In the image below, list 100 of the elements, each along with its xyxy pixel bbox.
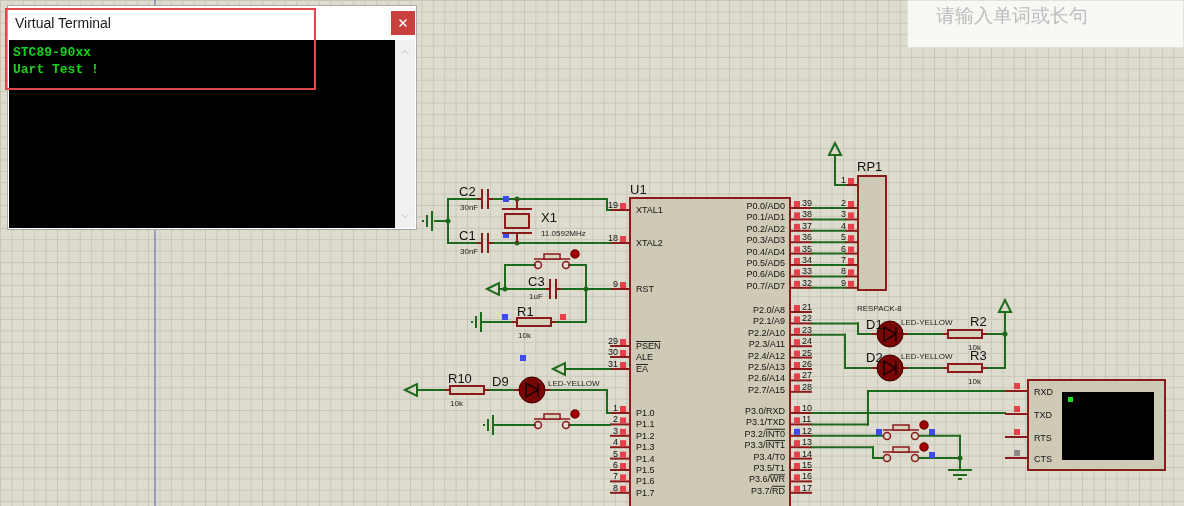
pin-number: 16 [802,471,812,482]
part-value: 11.0592MHz [541,229,586,238]
close-icon [397,17,409,29]
pin [789,258,813,266]
part-ref: X1 [541,210,557,225]
pin [789,246,813,255]
pin [609,440,631,449]
pin [789,362,813,370]
wire [494,424,536,426]
resistor-symbol [942,329,988,339]
pin [789,485,813,494]
scroll-bar[interactable] [395,40,415,228]
pin-label: P1.5 [636,465,655,475]
pin [844,212,859,221]
wire [811,229,846,232]
pin [609,236,631,244]
pin-number: 36 [802,232,812,243]
lookup-input[interactable]: 请输入单词或长句 [934,3,1157,27]
pin-label: EA [636,364,648,374]
pin-label: P0.6/AD6 [746,269,785,280]
pin-number: 15 [802,460,812,470]
capacitor-symbol [544,278,562,300]
wire [416,389,446,391]
ground-symbol [483,414,494,436]
pin-number: 17 [802,482,812,493]
part-ref: U1 [630,182,647,197]
lookup-field[interactable]: 请输入单词或长句 [907,0,1184,48]
pin-number: 3 [841,209,846,220]
pin [609,451,631,460]
wire [811,275,846,278]
pin-number: 12 [802,425,812,436]
capacitor-symbol [476,188,494,210]
capacitor-symbol [476,232,494,254]
push-button-symbol [882,442,929,463]
pin [609,339,631,347]
push-button-symbol [533,249,580,270]
pin [1004,450,1029,459]
push-button-symbol [533,409,580,430]
pin-label: RST [636,284,654,294]
pin [844,178,859,186]
pin-number: 9 [613,279,618,289]
pin-label: P1.3 [636,442,655,453]
close-button[interactable] [391,11,415,35]
resistor-symbol [444,385,490,395]
pin [789,280,813,289]
pin-label: P2.1/A9 [752,316,785,327]
pin-label: P1.0 [636,408,655,418]
pin-number: 7 [613,471,618,482]
pin-number: 13 [802,437,812,448]
part-value: 30nF [460,247,479,256]
pin-number: 22 [802,313,812,324]
pin-number: 39 [802,198,812,208]
pin [789,417,813,426]
pin-number: 1 [841,175,846,185]
junction-dot [514,240,520,246]
pin-label: P2.7/A15 [747,384,785,395]
pin [789,223,813,232]
pin-number: 32 [802,277,812,288]
ground-symbol [422,210,433,232]
pin-label: ALE [636,352,653,362]
part-value: 1uF [529,292,543,301]
pin-marker [876,429,882,435]
pin-marker [503,196,509,202]
part-value: 10k [968,377,981,386]
pin-label: P1.4 [636,453,655,464]
pin-number: 23 [802,324,812,335]
pin-marker [929,429,935,435]
pin [609,474,631,483]
pin-number: 29 [608,336,618,346]
resistor-symbol [511,317,557,327]
wire [907,333,944,335]
pin [789,316,813,325]
pin-label: TXD [1034,410,1052,420]
pin-marker [502,314,508,320]
terminal-arrow [402,382,418,398]
pin-number: 6 [613,460,618,470]
pin-number: 8 [613,482,618,493]
pin-label: P2.0/A8 [752,305,785,315]
pin-label: P3.3/INT1 [744,440,785,451]
pin-number: 26 [802,359,812,369]
ground-symbol [471,311,482,333]
part-ref: D2 [866,350,883,365]
pin-label: P3.1/TXD [746,417,785,428]
resistor-symbol [942,363,988,373]
wire [811,264,846,266]
pin-number: 14 [802,448,812,459]
crystal-symbol [501,198,533,244]
pin-label: P0.3/AD3 [746,235,785,246]
wire [488,389,515,391]
pin-label: P0.7/AD7 [746,280,785,291]
part-ref: C2 [459,184,476,199]
pin [609,203,631,211]
pin-label: P1.1 [636,419,655,430]
part-value: 10k [518,331,531,340]
wire [811,286,846,289]
junction-dot [502,286,508,292]
part-ref: R1 [517,304,534,319]
pin-number: 33 [802,266,812,277]
pin-label: CTS [1034,454,1052,464]
pin [789,269,813,278]
